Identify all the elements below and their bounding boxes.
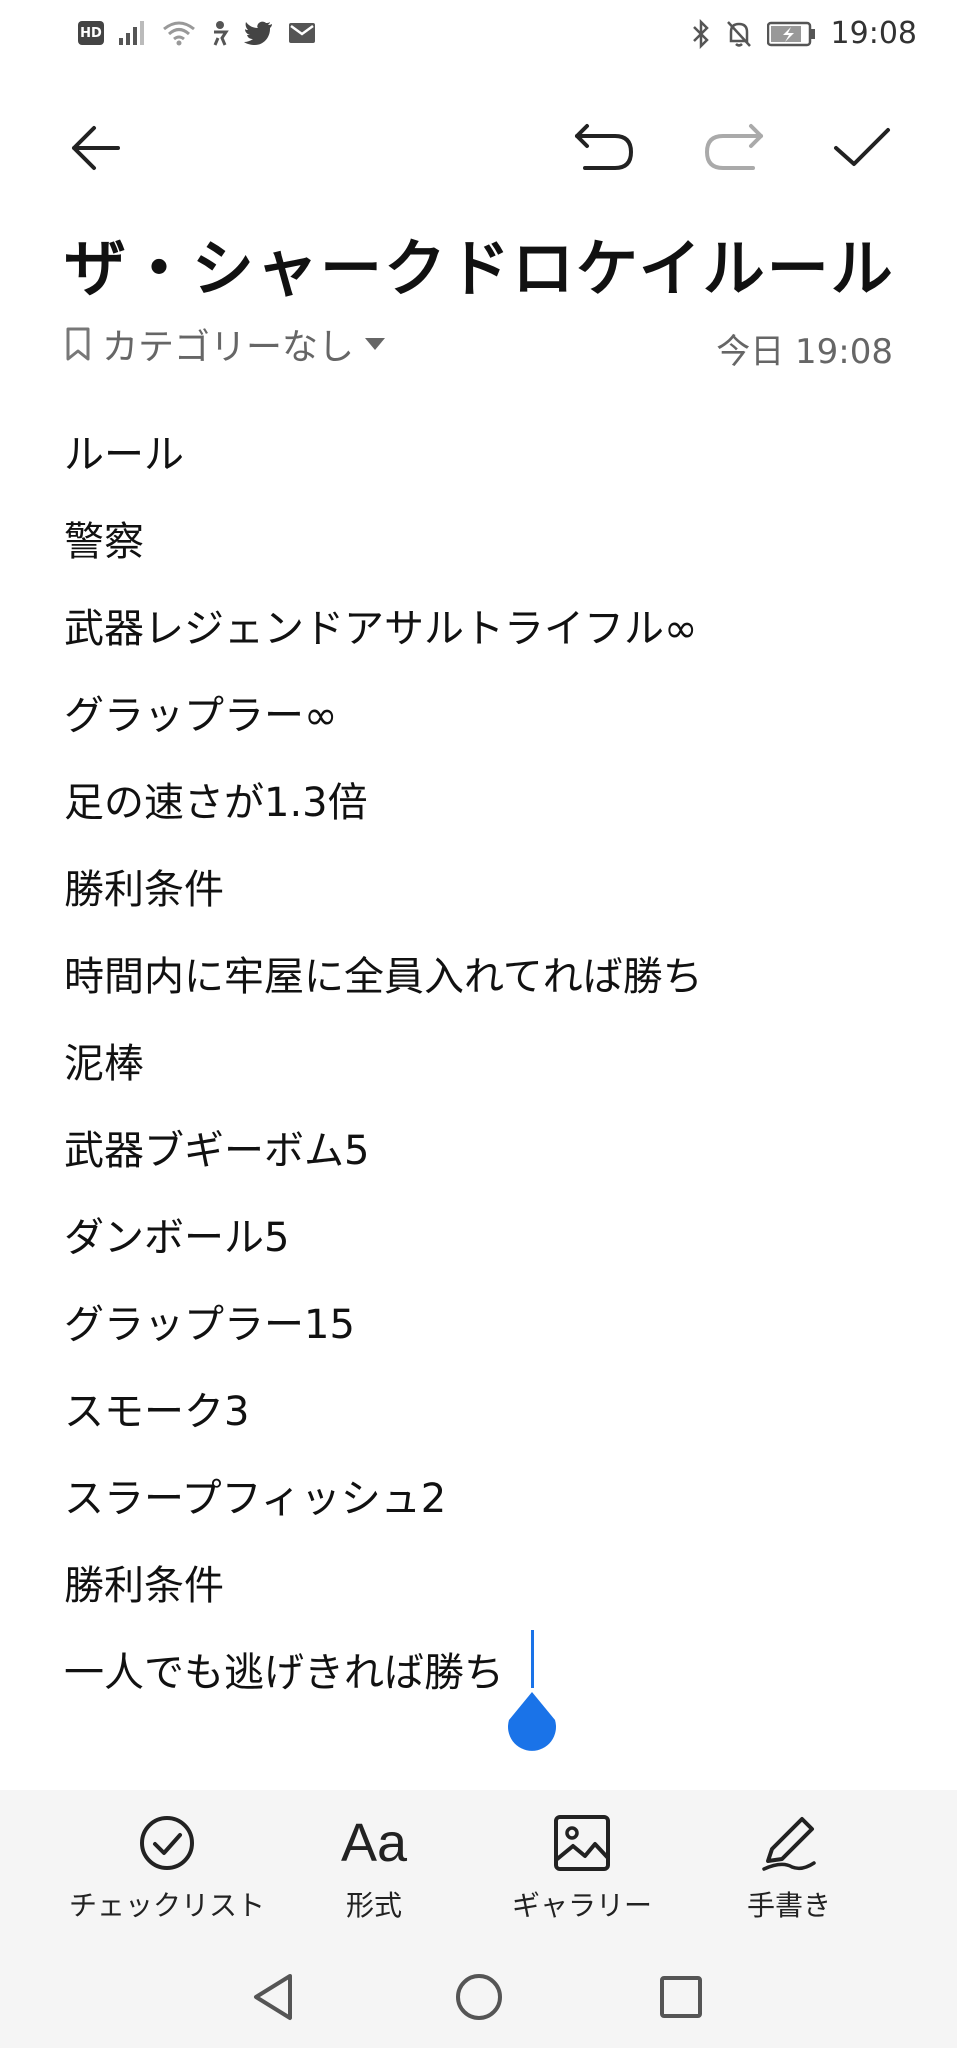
note-line[interactable]: ルール <box>64 422 184 480</box>
category-selector[interactable]: カテゴリーなし <box>64 318 386 370</box>
twitter-icon <box>244 21 272 45</box>
status-right-icons: 19:08 <box>691 16 917 51</box>
handwriting-label: 手書き <box>746 1889 831 1922</box>
category-label: カテゴリーなし <box>102 327 355 368</box>
gallery-label: ギャラリー <box>511 1889 652 1922</box>
format-icon: Aa <box>340 1813 408 1873</box>
status-time: 19:08 <box>830 16 917 51</box>
hd-label: HD <box>80 25 102 41</box>
nav-recents-button[interactable] <box>646 1962 716 2032</box>
checklist-icon <box>140 1816 194 1870</box>
caret-down-icon <box>365 338 386 350</box>
undo-button[interactable] <box>556 100 652 196</box>
note-line[interactable]: グラップラー15 <box>64 1292 355 1350</box>
system-nav-bar <box>0 1940 957 2048</box>
note-line[interactable]: 武器ブギーボム5 <box>64 1118 369 1176</box>
note-line[interactable]: 一人でも逃げきれば勝ち <box>64 1640 504 1698</box>
format-button[interactable]: Aa 形式 <box>274 1808 474 1928</box>
check-icon <box>834 128 890 166</box>
note-line[interactable]: 足の速さが1.3倍 <box>64 770 368 828</box>
signal-icon <box>119 21 144 45</box>
note-line[interactable]: 武器レジェンドアサルトライフル∞ <box>64 596 697 654</box>
note-line[interactable]: 勝利条件 <box>64 857 224 915</box>
wifi-icon <box>163 21 195 46</box>
note-line[interactable]: 時間内に牢屋に全員入れてれば勝ち <box>64 944 703 1002</box>
square-recents-icon <box>660 1976 702 2018</box>
cursor-handle[interactable] <box>505 1690 559 1756</box>
note-line[interactable]: 勝利条件 <box>64 1553 224 1611</box>
undo-icon <box>575 124 634 170</box>
circle-home-icon <box>456 1974 502 2020</box>
arrow-left-icon <box>72 126 120 170</box>
redo-icon <box>704 124 763 170</box>
note-title[interactable]: ザ・シャークドロケイルール <box>64 218 895 308</box>
note-line[interactable]: スモーク3 <box>64 1379 249 1437</box>
format-label: 形式 <box>345 1889 402 1922</box>
status-left-icons: HD <box>78 20 316 46</box>
back-button[interactable] <box>48 100 144 196</box>
bluetooth-icon <box>692 18 709 49</box>
image-icon <box>554 1815 610 1871</box>
status-bar: HD 19:08 <box>0 0 957 72</box>
gallery-button[interactable]: ギャラリー <box>482 1808 682 1928</box>
note-line[interactable]: グラップラー∞ <box>64 683 337 741</box>
nav-back-button[interactable] <box>238 1962 308 2032</box>
checklist-label: チェックリスト <box>68 1889 265 1922</box>
redo-button[interactable] <box>686 100 782 196</box>
handwriting-button[interactable]: 手書き <box>689 1808 889 1928</box>
bookmark-icon <box>66 327 90 361</box>
triangle-back-icon <box>254 1974 292 2020</box>
bell-off-icon <box>726 20 751 47</box>
battery-charging-icon <box>766 21 815 46</box>
mail-icon <box>289 23 315 43</box>
note-line[interactable]: 泥棒 <box>64 1031 144 1089</box>
fitness-icon <box>213 21 229 46</box>
hd-icon: HD <box>78 21 104 45</box>
checklist-button[interactable]: チェックリスト <box>67 1808 267 1928</box>
note-line[interactable]: スラープフィッシュ2 <box>64 1466 446 1524</box>
pen-icon <box>762 1817 816 1871</box>
note-line[interactable]: 警察 <box>64 509 144 567</box>
text-cursor <box>531 1630 534 1688</box>
note-date: 今日 19:08 <box>716 332 893 372</box>
note-line[interactable]: ダンボール5 <box>64 1205 289 1263</box>
top-toolbar <box>0 100 957 196</box>
nav-home-button[interactable] <box>444 1962 514 2032</box>
confirm-button[interactable] <box>814 100 910 196</box>
note-meta-row: カテゴリーなし 今日 19:08 <box>64 318 893 378</box>
